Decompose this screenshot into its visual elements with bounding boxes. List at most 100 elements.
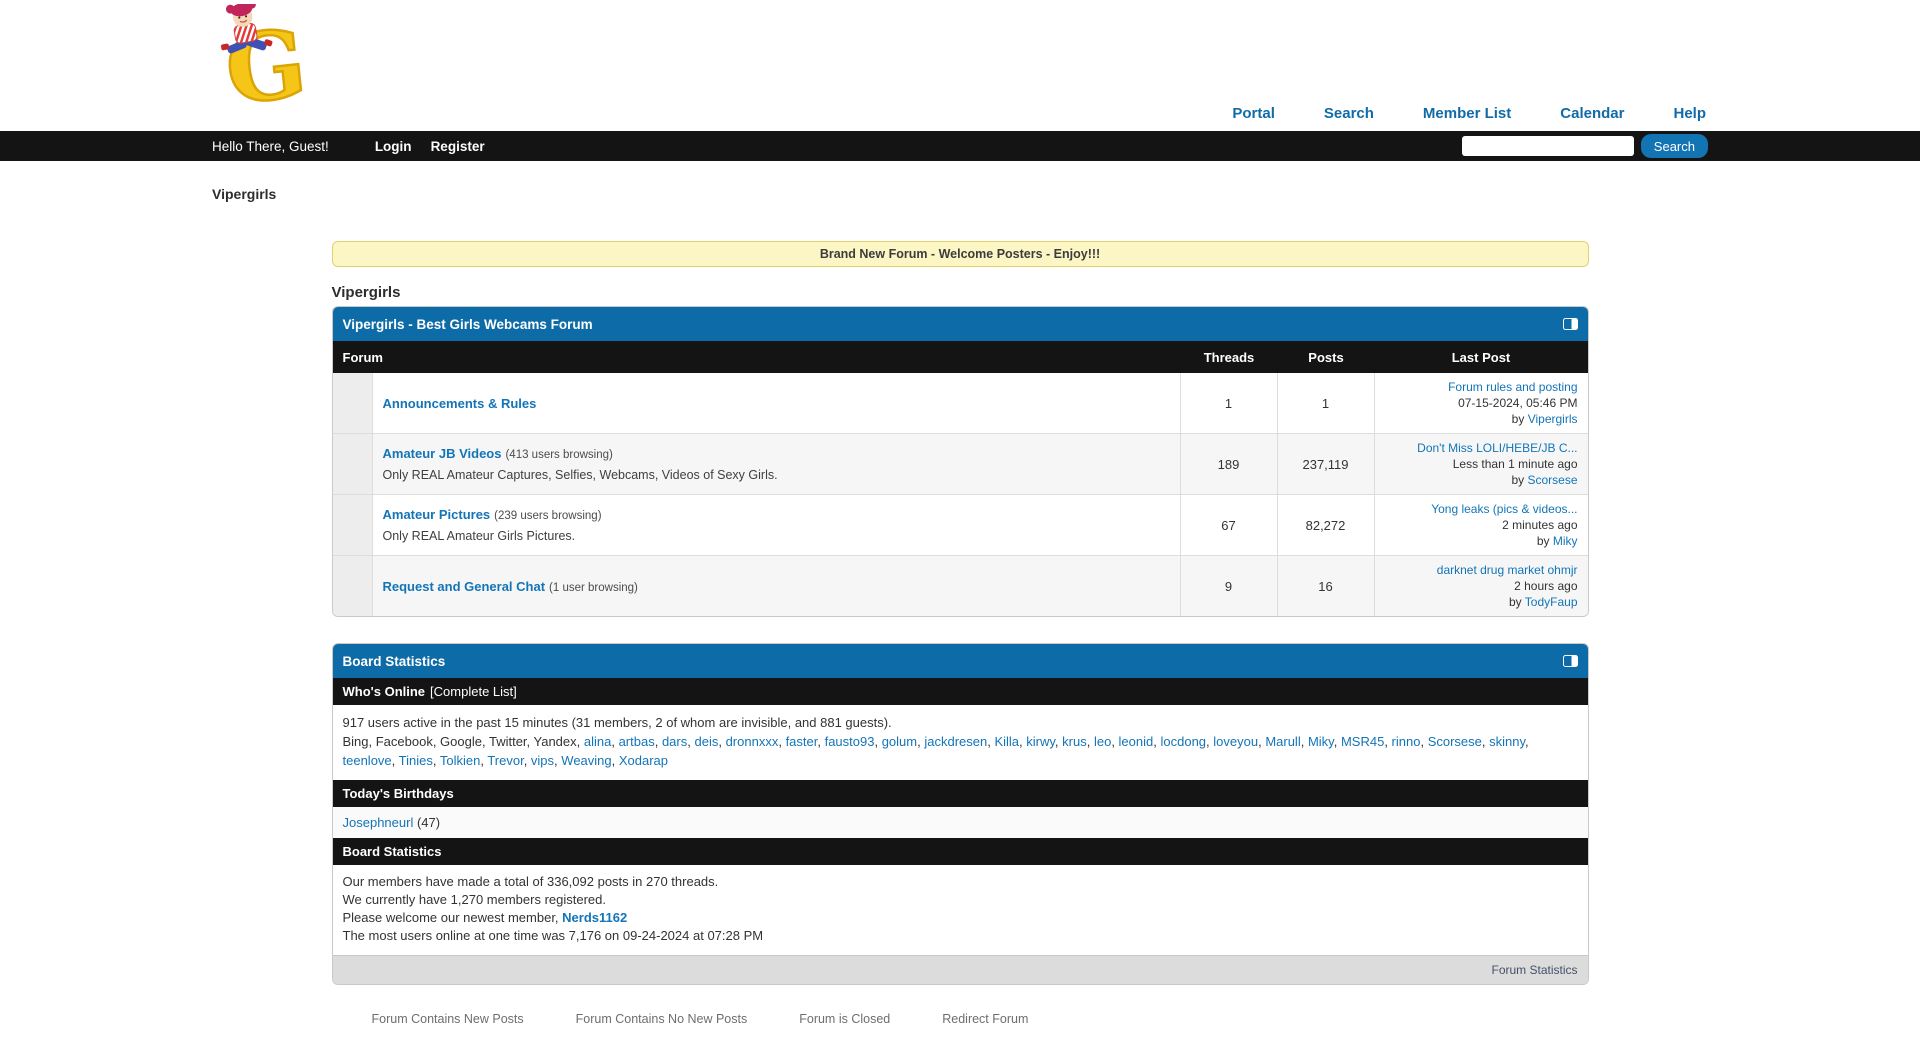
online-member-link[interactable]: MSR45 bbox=[1341, 734, 1384, 749]
whos-online-block: 917 users active in the past 15 minutes … bbox=[333, 705, 1588, 780]
posts-count: 237,119 bbox=[1278, 434, 1375, 494]
birthday-age: (47) bbox=[417, 815, 440, 830]
online-member-link[interactable]: deis bbox=[694, 734, 718, 749]
legend-item: Forum Contains New Posts bbox=[372, 1012, 524, 1026]
last-post-user-link[interactable]: Vipergirls bbox=[1528, 412, 1578, 426]
online-member-link[interactable]: leo bbox=[1094, 734, 1111, 749]
stats-most-online-line: The most users online at one time was 7,… bbox=[343, 927, 1578, 945]
forum-link[interactable]: Amateur Pictures bbox=[383, 507, 491, 522]
last-post-user-link[interactable]: TodyFaup bbox=[1525, 595, 1578, 609]
board-statistics-title: Board Statistics bbox=[343, 654, 446, 669]
site-logo[interactable]: G bbox=[208, 4, 326, 106]
birthdays-label: Today's Birthdays bbox=[343, 786, 454, 801]
online-member-link[interactable]: kirwy bbox=[1026, 734, 1055, 749]
stats-block: Our members have made a total of 336,092… bbox=[333, 865, 1588, 955]
forum-row: Announcements & Rules11Forum rules and p… bbox=[333, 373, 1588, 433]
nav-portal[interactable]: Portal bbox=[1232, 105, 1275, 122]
column-last-post: Last Post bbox=[1375, 350, 1588, 365]
last-post-cell: Forum rules and posting07-15-2024, 05:46… bbox=[1375, 373, 1588, 433]
board-statistics-panel: Board Statistics Who's Online [Complete … bbox=[332, 643, 1589, 985]
birthday-user-link[interactable]: Josephneurl bbox=[343, 815, 414, 830]
nav-calendar[interactable]: Calendar bbox=[1560, 105, 1624, 122]
forum-legend: Forum Contains New PostsForum Contains N… bbox=[372, 1012, 1589, 1026]
last-post-user-link[interactable]: Miky bbox=[1553, 534, 1578, 548]
online-member-link[interactable]: Trevor bbox=[487, 753, 523, 768]
last-post-user-link[interactable]: Scorsese bbox=[1527, 473, 1577, 487]
online-member-link[interactable]: leonid bbox=[1119, 734, 1154, 749]
online-member-link[interactable]: Weaving bbox=[561, 753, 611, 768]
category-title: Vipergirls bbox=[332, 284, 1589, 301]
online-member-link[interactable]: locdong bbox=[1160, 734, 1206, 749]
online-member-link[interactable]: Scorsese bbox=[1428, 734, 1482, 749]
forum-row: Amateur Pictures(239 users browsing)Only… bbox=[333, 494, 1588, 555]
online-member-link[interactable]: Xodarap bbox=[619, 753, 668, 768]
last-post-title-link[interactable]: Don't Miss LOLI/HEBE/JB C... bbox=[1385, 441, 1578, 455]
online-names: Bing, Facebook, Google, Twitter, Yandex,… bbox=[343, 732, 1578, 770]
forum-row: Request and General Chat(1 user browsing… bbox=[333, 555, 1588, 616]
forum-table-header: Vipergirls - Best Girls Webcams Forum bbox=[333, 307, 1588, 341]
login-link[interactable]: Login bbox=[375, 139, 412, 154]
breadcrumb[interactable]: Vipergirls bbox=[0, 186, 1920, 202]
forum-main-cell: Announcements & Rules bbox=[373, 373, 1181, 433]
forum-row: Amateur JB Videos(413 users browsing)Onl… bbox=[333, 433, 1588, 494]
online-summary: 917 users active in the past 15 minutes … bbox=[343, 713, 1578, 732]
top-navigation: Portal Search Member List Calendar Help bbox=[1232, 105, 1706, 122]
online-member-link[interactable]: rinno bbox=[1392, 734, 1421, 749]
online-member-link[interactable]: golum bbox=[882, 734, 917, 749]
online-member-link[interactable]: jackdresen bbox=[924, 734, 987, 749]
search-button[interactable]: Search bbox=[1641, 134, 1708, 158]
online-member-link[interactable]: Tinies bbox=[399, 753, 433, 768]
forum-column-headers: Forum Threads Posts Last Post bbox=[333, 341, 1588, 373]
collapse-icon[interactable] bbox=[1563, 318, 1578, 330]
online-member-link[interactable]: fausto93 bbox=[825, 734, 875, 749]
birthday-row: Josephneurl (47) bbox=[333, 807, 1588, 838]
register-link[interactable]: Register bbox=[431, 139, 485, 154]
nav-search[interactable]: Search bbox=[1324, 105, 1374, 122]
online-member-link[interactable]: krus bbox=[1062, 734, 1087, 749]
last-post-title-link[interactable]: Forum rules and posting bbox=[1385, 380, 1578, 394]
online-member-link[interactable]: Tolkien bbox=[440, 753, 480, 768]
online-guests: Bing, Facebook, Google, Twitter, Yandex, bbox=[343, 734, 584, 749]
user-bar: Hello There, Guest! Login Register Searc… bbox=[0, 131, 1920, 161]
online-member-link[interactable]: alina bbox=[584, 734, 611, 749]
column-threads: Threads bbox=[1181, 350, 1278, 365]
complete-list-link[interactable]: [Complete List] bbox=[430, 684, 517, 699]
last-post-author: by TodyFaup bbox=[1385, 595, 1578, 609]
forum-main-cell: Amateur JB Videos(413 users browsing)Onl… bbox=[373, 434, 1181, 494]
online-member-link[interactable]: Miky bbox=[1308, 734, 1334, 749]
last-post-cell: Yong leaks (pics & videos...2 minutes ag… bbox=[1375, 495, 1588, 555]
online-member-link[interactable]: dars bbox=[662, 734, 687, 749]
forum-rows: Announcements & Rules11Forum rules and p… bbox=[333, 373, 1588, 616]
online-member-link[interactable]: Marull bbox=[1265, 734, 1300, 749]
online-member-link[interactable]: teenlove bbox=[343, 753, 392, 768]
forum-link[interactable]: Announcements & Rules bbox=[383, 396, 537, 411]
forum-link[interactable]: Amateur JB Videos bbox=[383, 446, 502, 461]
newest-member-link[interactable]: Nerds1162 bbox=[562, 910, 627, 925]
search-input[interactable] bbox=[1462, 136, 1634, 156]
nav-help[interactable]: Help bbox=[1673, 105, 1706, 122]
online-member-link[interactable]: skinny bbox=[1489, 734, 1525, 749]
online-member-link[interactable]: faster bbox=[786, 734, 818, 749]
stats-newest-line: Please welcome our newest member, Nerds1… bbox=[343, 909, 1578, 927]
last-post-title-link[interactable]: darknet drug market ohmjr bbox=[1385, 563, 1578, 577]
forum-table: Vipergirls - Best Girls Webcams Forum Fo… bbox=[332, 306, 1589, 617]
stats-label: Board Statistics bbox=[343, 844, 442, 859]
nav-member-list[interactable]: Member List bbox=[1423, 105, 1511, 122]
forum-status-icon bbox=[333, 495, 373, 555]
online-member-link[interactable]: artbas bbox=[619, 734, 655, 749]
forum-statistics-link[interactable]: Forum Statistics bbox=[1491, 963, 1577, 977]
online-member-link[interactable]: dronnxxx bbox=[726, 734, 779, 749]
forum-description: Only REAL Amateur Captures, Selfies, Web… bbox=[383, 468, 1170, 482]
last-post-title-link[interactable]: Yong leaks (pics & videos... bbox=[1385, 502, 1578, 516]
birthdays-bar: Today's Birthdays bbox=[333, 780, 1588, 807]
forum-link[interactable]: Request and General Chat bbox=[383, 579, 546, 594]
forum-main-cell: Request and General Chat(1 user browsing… bbox=[373, 556, 1181, 616]
site-header: G Portal Search Member List Calendar Help bbox=[0, 0, 1920, 131]
online-member-link[interactable]: vips bbox=[531, 753, 554, 768]
posts-count: 82,272 bbox=[1278, 495, 1375, 555]
online-member-link[interactable]: loveyou bbox=[1213, 734, 1258, 749]
collapse-icon[interactable] bbox=[1563, 655, 1578, 667]
threads-count: 189 bbox=[1181, 434, 1278, 494]
board-statistics-header: Board Statistics bbox=[333, 644, 1588, 678]
online-member-link[interactable]: Killa bbox=[994, 734, 1019, 749]
